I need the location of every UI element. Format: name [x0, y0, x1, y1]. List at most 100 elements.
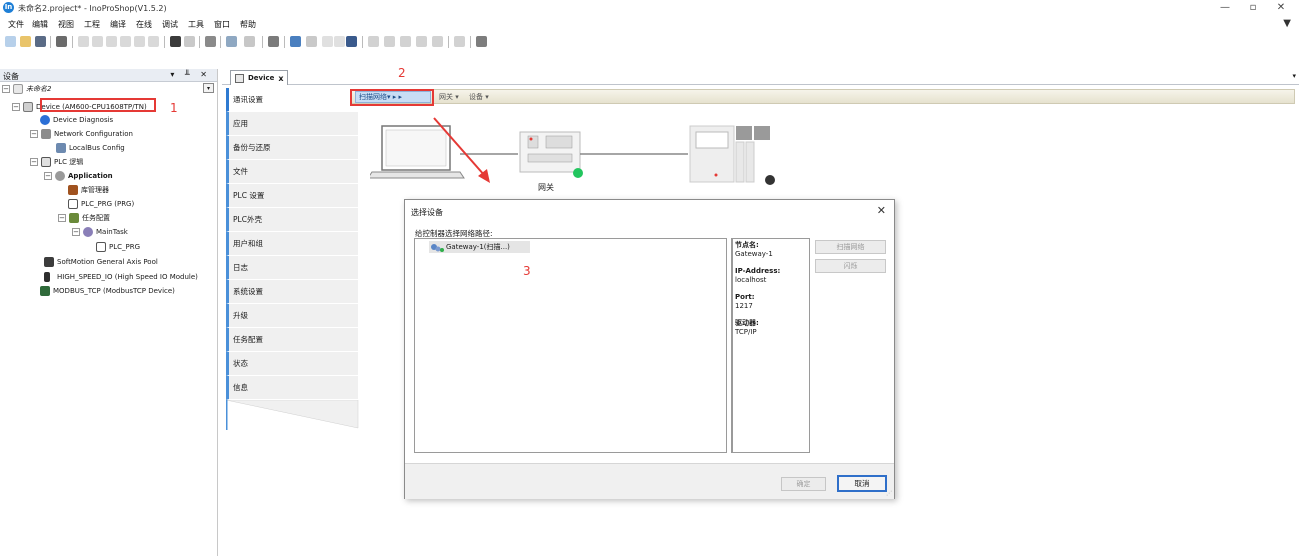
start-icon[interactable] — [322, 36, 333, 47]
breakpoint-icon[interactable] — [432, 36, 443, 47]
print-icon[interactable] — [56, 36, 67, 47]
wink-button[interactable]: 闪烁 — [815, 259, 886, 273]
menu-view[interactable]: 视图 — [58, 19, 74, 30]
menu-help[interactable]: 帮助 — [240, 19, 256, 30]
reset-icon[interactable] — [346, 36, 357, 47]
close-window-button[interactable]: ✕ — [1266, 1, 1296, 15]
tree-item-task-config[interactable]: − 任务配置 — [58, 212, 110, 224]
tree-item-localbus-config[interactable]: LocalBus Config — [56, 142, 125, 154]
run-to-cursor-icon[interactable] — [416, 36, 427, 47]
nav-plc-settings[interactable]: PLC 设置 — [226, 184, 358, 208]
cut-icon[interactable] — [106, 36, 117, 47]
menu-project[interactable]: 工程 — [84, 19, 100, 30]
menu-file[interactable]: 文件 — [8, 19, 24, 30]
tree-item-device-diagnosis[interactable]: Device Diagnosis — [40, 114, 113, 126]
new-project-icon[interactable] — [5, 36, 16, 47]
ok-button[interactable]: 确定 — [781, 477, 826, 491]
device-menu[interactable]: 设备 ▾ — [469, 92, 489, 102]
tree-label: Network Configuration — [54, 130, 133, 138]
tree-item-modbus-tcp[interactable]: MODBUS_TCP (ModbusTCP Device) — [40, 285, 175, 297]
nav-backup-restore[interactable]: 备份与还原 — [226, 136, 358, 160]
nav-plc-shell[interactable]: PLC外壳 — [226, 208, 358, 232]
tree-item-maintask[interactable]: − MainTask — [72, 226, 128, 238]
redo-icon[interactable] — [92, 36, 103, 47]
io-module-icon — [44, 272, 50, 282]
menu-build[interactable]: 编译 — [110, 19, 126, 30]
add-object-icon[interactable] — [226, 36, 237, 47]
tree-item-network-config[interactable]: − Network Configuration — [30, 128, 133, 140]
menu-tools[interactable]: 工具 — [188, 19, 204, 30]
close-icon[interactable]: x — [278, 74, 283, 83]
menu-edit[interactable]: 编辑 — [32, 19, 48, 30]
panel-controls[interactable]: ▾ ╨ ✕ — [170, 70, 211, 79]
save-icon[interactable] — [35, 36, 46, 47]
tree-item-high-speed-io[interactable]: HIGH_SPEED_IO (High Speed IO Module) — [44, 271, 198, 283]
menu-debug[interactable]: 调试 — [162, 19, 178, 30]
nav-task-config[interactable]: 任务配置 — [226, 328, 358, 352]
collapse-icon[interactable]: − — [30, 158, 38, 166]
write-values-icon[interactable] — [454, 36, 465, 47]
tab-device[interactable]: Device x — [230, 70, 288, 85]
replace-icon[interactable] — [184, 36, 195, 47]
chevron-down-icon[interactable]: ▾ — [203, 83, 214, 93]
network-path-tree[interactable]: Gateway-1(扫描...) — [414, 238, 727, 453]
gateway-tree-item[interactable]: Gateway-1(扫描...) — [429, 241, 530, 253]
gateway-item-label: Gateway-1(扫描...) — [446, 243, 510, 251]
nav-info[interactable]: 信息 — [226, 376, 358, 400]
menu-window[interactable]: 窗口 — [214, 19, 230, 30]
annotation-number-2: 2 — [398, 66, 406, 80]
nav-upgrade[interactable]: 升级 — [226, 304, 358, 328]
delete-icon[interactable] — [148, 36, 159, 47]
nav-log[interactable]: 日志 — [226, 256, 358, 280]
toolbar-separator — [50, 36, 51, 48]
select-all-icon[interactable] — [205, 36, 216, 47]
find-icon[interactable] — [170, 36, 181, 47]
toolbar-separator — [199, 36, 200, 48]
build-icon[interactable] — [268, 36, 279, 47]
open-project-icon[interactable] — [20, 36, 31, 47]
tree-item-plc-prg[interactable]: PLC_PRG (PRG) — [68, 198, 134, 210]
tree-item-plc-prg-call[interactable]: PLC_PRG — [96, 241, 140, 253]
gateway-menu[interactable]: 网关 ▾ — [439, 92, 459, 102]
step-over-icon[interactable] — [368, 36, 379, 47]
nav-communication[interactable]: 通讯设置 — [226, 88, 358, 112]
collapse-icon[interactable]: − — [2, 85, 10, 93]
resize-grip-icon[interactable]: ⋰ — [886, 490, 892, 497]
dialog-scan-network-button[interactable]: 扫描网络 — [815, 240, 886, 254]
logout-icon[interactable] — [306, 36, 317, 47]
stop-icon[interactable] — [334, 36, 345, 47]
undo-icon[interactable] — [78, 36, 89, 47]
tree-item-library-manager[interactable]: 库管理器 — [68, 184, 109, 196]
nav-status[interactable]: 状态 — [226, 352, 358, 376]
collapse-icon[interactable]: − — [58, 214, 66, 222]
chevron-down-icon[interactable]: ▾ — [1292, 72, 1296, 80]
dialog-title: 选择设备 — [411, 208, 443, 217]
nav-system-settings[interactable]: 系统设置 — [226, 280, 358, 304]
menu-online[interactable]: 在线 — [136, 19, 152, 30]
step-into-icon[interactable] — [384, 36, 395, 47]
simulation-icon[interactable] — [476, 36, 487, 47]
collapse-icon[interactable]: − — [44, 172, 52, 180]
collapse-icon[interactable]: − — [12, 103, 20, 111]
step-out-icon[interactable] — [400, 36, 411, 47]
collapse-icon[interactable]: − — [72, 228, 80, 236]
minimize-button[interactable]: — — [1210, 1, 1240, 15]
tree-root[interactable]: − 未命名2 ▾ — [0, 82, 217, 95]
paste-icon[interactable] — [134, 36, 145, 47]
restore-button[interactable]: ▫ — [1238, 1, 1268, 15]
tree-item-application[interactable]: − Application — [44, 170, 113, 182]
copy-icon[interactable] — [120, 36, 131, 47]
nav-files[interactable]: 文件 — [226, 160, 358, 184]
cancel-button[interactable]: 取消 — [837, 475, 887, 492]
nav-application[interactable]: 应用 — [226, 112, 358, 136]
add-device-icon[interactable] — [244, 36, 255, 47]
program-call-icon — [96, 242, 106, 252]
pin-icon[interactable]: ▼ — [1283, 18, 1291, 29]
settings-nav: 通讯设置 应用 备份与还原 文件 PLC 设置 PLC外壳 用户和组 日志 系统… — [226, 88, 358, 428]
collapse-icon[interactable]: − — [30, 130, 38, 138]
tree-item-axis-pool[interactable]: SoftMotion General Axis Pool — [44, 256, 158, 268]
close-icon[interactable]: ✕ — [877, 204, 886, 217]
tree-item-plc-logic[interactable]: − PLC 逻辑 — [30, 156, 83, 168]
nav-users-groups[interactable]: 用户和组 — [226, 232, 358, 256]
login-icon[interactable] — [290, 36, 301, 47]
